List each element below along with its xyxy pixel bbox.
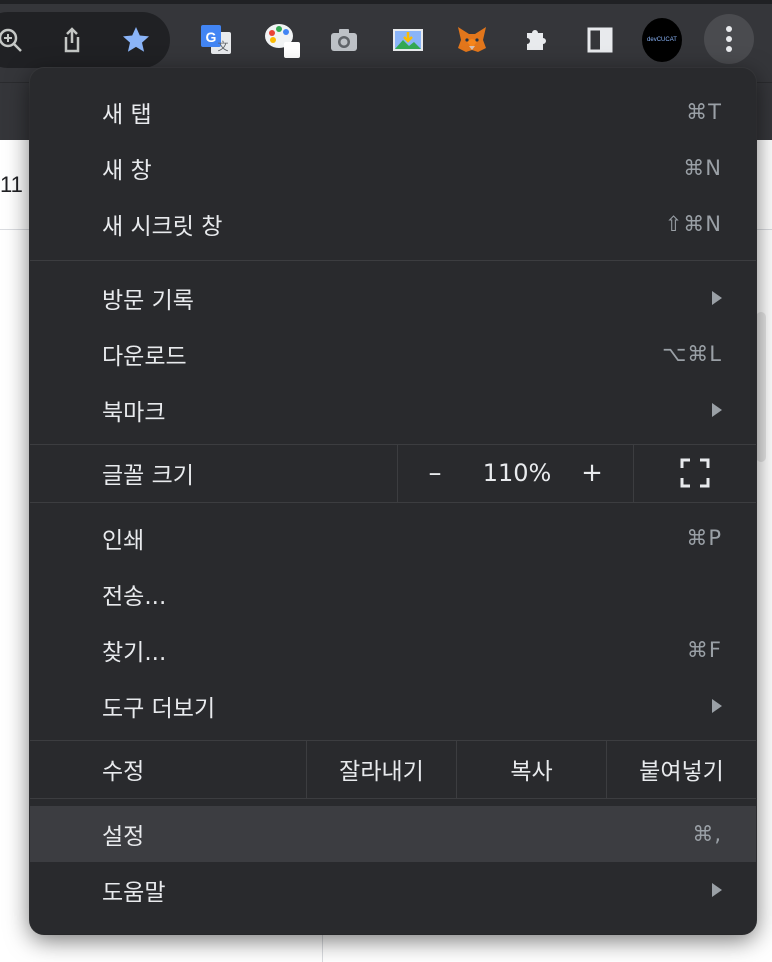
menu-item-shortcut: ⌘N [683,156,722,180]
zoom-out-button[interactable]: – [410,444,460,502]
zoom-divider [397,444,398,502]
devcucat-avatar-icon[interactable]: devCUCAT [642,18,682,62]
menu-item-shortcut: ⌘P [686,526,722,550]
copy-button[interactable]: 복사 [457,740,606,798]
page-scrollbar[interactable] [756,312,766,462]
menu-zoom-row: 글꼴 크기 – 110% + [30,444,756,502]
extensions-puzzle-icon[interactable] [516,20,556,60]
paste-button[interactable]: 붙여넣기 [607,740,756,798]
menu-item-shortcut: ⌘F [686,638,722,662]
share-icon[interactable] [52,20,92,60]
menu-item-label: 도구 더보기 [102,696,216,722]
fullscreen-icon [680,458,710,488]
bookmark-star-icon[interactable] [116,20,156,60]
menu-item-bookmarks[interactable]: 북마크 [30,382,756,438]
submenu-arrow-icon [712,699,722,713]
svg-text:文: 文 [218,39,229,53]
edit-label: 수정 [102,759,145,785]
google-translate-icon[interactable]: G文 [196,20,236,60]
submenu-arrow-icon [712,403,722,417]
menu-item-label: 설정 [102,824,145,850]
menu-item-label: 찾기... [102,640,167,666]
cut-button[interactable]: 잘라내기 [307,740,456,798]
menu-item-shortcut: ⇧⌘N [664,212,722,236]
menu-item-new-window[interactable]: 새 창 ⌘N [30,140,756,196]
fullscreen-button[interactable] [634,444,756,502]
menu-item-print[interactable]: 인쇄 ⌘P [30,510,756,566]
svg-text:G: G [206,29,217,45]
menu-item-label: 방문 기록 [102,288,194,314]
zoom-icon[interactable] [0,20,30,60]
avatar-text: devCUCAT [647,37,677,43]
chrome-main-menu: 새 탭 ⌘T 새 창 ⌘N 새 시크릿 창 ⇧⌘N 방문 기록 다운로드 ⌥⌘L… [30,68,756,934]
menu-item-find[interactable]: 찾기... ⌘F [30,622,756,678]
palette-extension-icon[interactable] [262,20,302,60]
menu-separator [30,798,756,799]
menu-separator [30,260,756,261]
menu-item-settings[interactable]: 설정 ⌘, [30,806,756,862]
menu-item-label: 다운로드 [102,344,187,370]
menu-edit-row: 수정 잘라내기 복사 붙여넣기 [30,740,756,798]
submenu-arrow-icon [712,291,722,305]
menu-item-new-tab[interactable]: 새 탭 ⌘T [30,84,756,140]
zoom-label: 글꼴 크기 [102,463,194,489]
menu-item-label: 새 창 [102,158,152,184]
menu-item-label: 새 탭 [102,102,152,128]
menu-item-label: 새 시크릿 창 [102,214,223,240]
menu-item-new-incognito-window[interactable]: 새 시크릿 창 ⇧⌘N [30,196,756,252]
menu-item-label: 인쇄 [102,528,145,554]
menu-item-shortcut: ⌘, [692,822,722,846]
submenu-arrow-icon [712,883,722,897]
zoom-in-button[interactable]: + [570,444,614,502]
menu-item-cast[interactable]: 전송... [30,566,756,622]
toolbar-top-edge [0,0,772,4]
menu-item-label: 도움말 [102,880,166,906]
more-menu-icon[interactable] [704,14,754,64]
menu-item-label: 전송... [102,584,167,610]
menu-item-label: 북마크 [102,400,166,426]
camera-extension-icon[interactable] [324,20,364,60]
menu-item-help[interactable]: 도움말 [30,862,756,918]
menu-item-history[interactable]: 방문 기록 [30,270,756,326]
menu-item-downloads[interactable]: 다운로드 ⌥⌘L [30,326,756,382]
image-download-extension-icon[interactable] [388,20,428,60]
menu-item-more-tools[interactable]: 도구 더보기 [30,678,756,734]
menu-separator [30,502,756,503]
zoom-level: 110% [482,459,552,487]
metamask-fox-icon[interactable] [452,20,492,60]
page-partial-text: 11 [0,172,23,197]
menu-item-shortcut: ⌥⌘L [662,342,722,366]
side-panel-icon[interactable] [580,20,620,60]
menu-item-shortcut: ⌘T [686,100,722,124]
